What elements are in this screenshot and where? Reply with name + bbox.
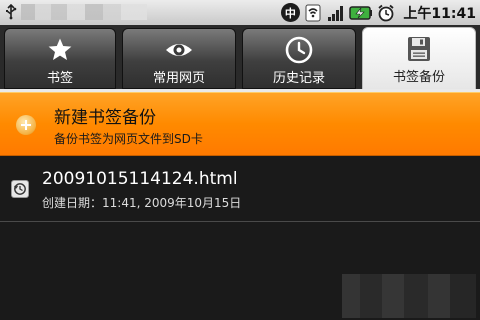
tab-bookmark-backup[interactable]: 书签备份 xyxy=(362,27,476,91)
blurred-notification-area xyxy=(21,4,147,20)
new-backup-subtitle: 备份书签为网页文件到SD卡 xyxy=(54,132,203,146)
tab-most-visited-label: 常用网页 xyxy=(152,71,205,86)
tab-history[interactable]: 历史记录 xyxy=(242,28,356,89)
carrier-icon: 中 xyxy=(280,3,300,23)
tab-bookmark-backup-label: 书签备份 xyxy=(392,70,445,85)
status-left xyxy=(4,3,147,21)
tab-most-visited[interactable]: 常用网页 xyxy=(122,28,236,89)
battery-charging-icon xyxy=(349,5,373,20)
alarm-icon xyxy=(378,4,394,21)
eye-icon xyxy=(164,35,194,65)
new-bookmark-backup-item[interactable]: 新建书签备份 备份书签为网页文件到SD卡 xyxy=(0,92,480,156)
backup-file-icon xyxy=(11,180,29,198)
clock-icon xyxy=(284,35,314,65)
backup-file-name: 20091015114124.html xyxy=(42,169,238,189)
list-divider xyxy=(0,221,480,222)
browser-tabs: 书签 常用网页 历史记录 书签备份 xyxy=(0,25,480,91)
blurred-watermark-area xyxy=(342,274,476,318)
floppy-disk-icon xyxy=(404,34,434,64)
list-item[interactable]: 20091015114124.html 创建日期：11:41, 2009年10月… xyxy=(0,157,480,221)
tab-bookmarks-label: 书签 xyxy=(46,71,73,86)
star-icon xyxy=(45,35,75,65)
tab-history-label: 历史记录 xyxy=(272,71,325,86)
tab-bookmarks[interactable]: 书签 xyxy=(4,28,116,89)
status-time: 上午11:41 xyxy=(403,5,476,22)
signal-icon xyxy=(305,4,321,21)
backup-file-date: 创建日期：11:41, 2009年10月15日 xyxy=(42,196,242,210)
status-right: 中 上午11:41 xyxy=(280,2,476,23)
usb-icon xyxy=(6,4,17,20)
signal-strength-icon xyxy=(328,5,344,21)
add-circle-icon xyxy=(16,115,36,135)
status-bar: 中 上午11:41 xyxy=(0,0,480,26)
carrier-glyph: 中 xyxy=(280,3,300,22)
new-backup-title: 新建书签备份 xyxy=(54,108,156,128)
